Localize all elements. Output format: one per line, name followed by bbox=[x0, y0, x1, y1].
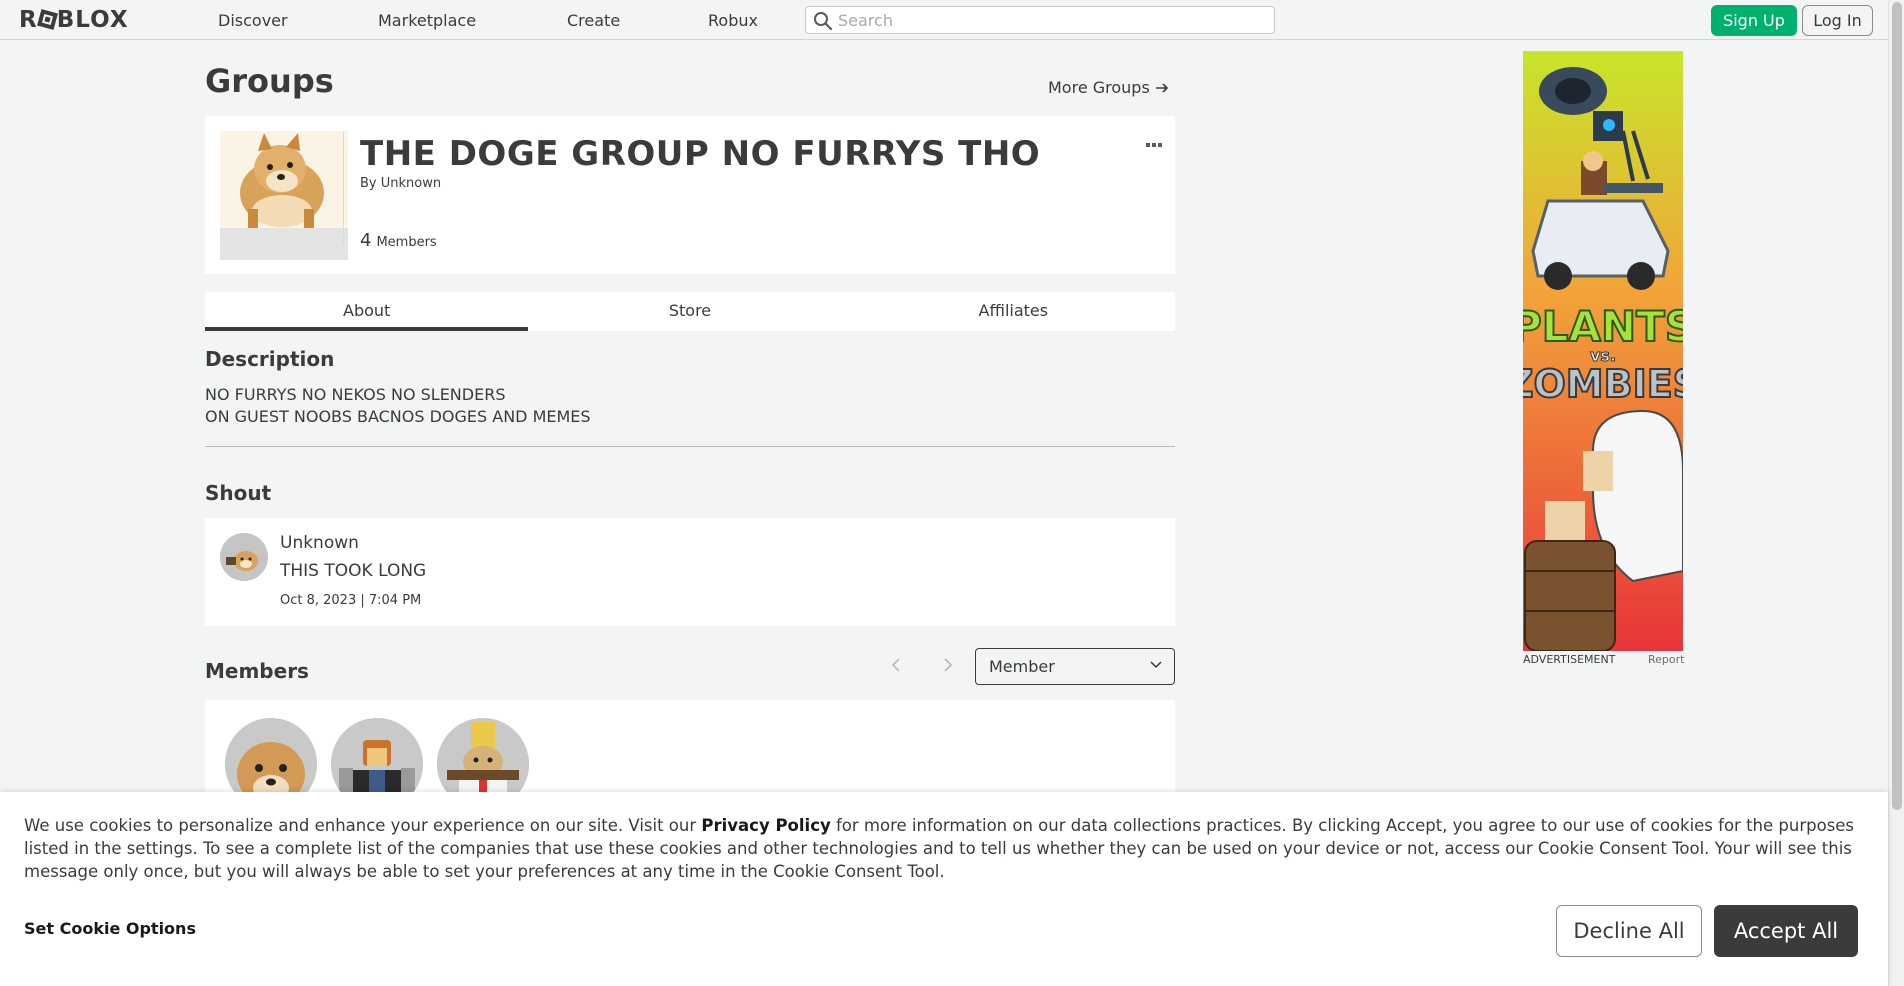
nav-create[interactable]: Create bbox=[567, 11, 620, 30]
more-groups-link[interactable]: More Groups bbox=[1048, 78, 1169, 97]
search-icon[interactable] bbox=[813, 11, 833, 35]
report-ad-link[interactable]: Report bbox=[1648, 653, 1684, 666]
emblem-divider bbox=[343, 131, 344, 244]
more-groups-label: More Groups bbox=[1048, 78, 1150, 97]
cookie-consent-banner: We use cookies to personalize and enhanc… bbox=[0, 792, 1888, 986]
set-cookie-options-link[interactable]: Set Cookie Options bbox=[24, 919, 196, 938]
cookie-message: We use cookies to personalize and enhanc… bbox=[24, 814, 1864, 883]
search-box bbox=[805, 6, 1275, 34]
roblox-logo[interactable]: R BLOX bbox=[19, 7, 129, 33]
top-nav-bar: R BLOX Discover Marketplace Create Robux … bbox=[0, 0, 1888, 40]
chevron-down-icon bbox=[1150, 661, 1162, 669]
section-divider bbox=[205, 446, 1175, 447]
description-heading: Description bbox=[205, 347, 335, 371]
member-count-value: 4 bbox=[360, 230, 372, 251]
cookie-text-part: We use cookies to personalize and enhanc… bbox=[24, 816, 702, 835]
sign-up-button[interactable]: Sign Up bbox=[1711, 5, 1797, 36]
group-tabs: About Store Affiliates bbox=[205, 292, 1175, 331]
nav-marketplace[interactable]: Marketplace bbox=[378, 11, 476, 30]
tab-store[interactable]: Store bbox=[528, 292, 851, 331]
role-filter-value: Member bbox=[989, 657, 1055, 676]
tab-affiliates[interactable]: Affiliates bbox=[852, 292, 1175, 331]
shout-avatar[interactable] bbox=[220, 533, 268, 581]
shout-card: Unknown THIS TOOK LONG Oct 8, 2023 | 7:0… bbox=[205, 518, 1175, 626]
members-next-page-icon[interactable] bbox=[942, 657, 954, 677]
members-prev-page-icon[interactable] bbox=[890, 657, 902, 677]
page-scrollbar[interactable] bbox=[1888, 0, 1904, 986]
advertisement-label: ADVERTISEMENT bbox=[1523, 653, 1616, 666]
accept-all-button[interactable]: Accept All bbox=[1714, 905, 1858, 957]
emblem-placeholder-bar bbox=[220, 228, 348, 260]
shout-message: THIS TOOK LONG bbox=[280, 561, 427, 581]
scrollbar-thumb[interactable] bbox=[1892, 2, 1902, 810]
member-count-label: Members bbox=[376, 235, 437, 250]
description-line: ON GUEST NOOBS BACNOS DOGES AND MEMES bbox=[205, 407, 591, 426]
group-header-card: THE DOGE GROUP NO FURRYS THO By Unknown … bbox=[205, 116, 1175, 274]
ad-artwork-text: ZOMBIES bbox=[1523, 362, 1683, 406]
page-title: Groups bbox=[205, 62, 334, 100]
arrow-right-icon bbox=[1155, 83, 1169, 93]
description-line: NO FURRYS NO NEKOS NO SLENDERS bbox=[205, 385, 506, 404]
privacy-policy-link[interactable]: Privacy Policy bbox=[701, 816, 830, 835]
member-count: 4 Members bbox=[360, 230, 437, 251]
shout-timestamp: Oct 8, 2023 | 7:04 PM bbox=[280, 593, 422, 608]
by-prefix: By bbox=[360, 176, 377, 191]
more-options-icon[interactable] bbox=[1146, 134, 1162, 153]
members-heading: Members bbox=[205, 659, 309, 683]
shout-username[interactable]: Unknown bbox=[280, 533, 359, 553]
log-in-button[interactable]: Log In bbox=[1802, 5, 1873, 36]
role-filter-dropdown[interactable]: Member bbox=[975, 648, 1175, 685]
nav-discover[interactable]: Discover bbox=[218, 11, 288, 30]
nav-robux[interactable]: Robux bbox=[708, 11, 758, 30]
group-emblem[interactable] bbox=[220, 131, 348, 228]
tab-about[interactable]: About bbox=[205, 292, 529, 331]
group-owner-line: By Unknown bbox=[360, 176, 441, 191]
ad-artwork-text: PLANTS bbox=[1523, 302, 1683, 351]
group-description: NO FURRYS NO NEKOS NO SLENDERS ON GUEST … bbox=[205, 384, 591, 428]
roblox-logo-mark bbox=[36, 9, 58, 30]
advertisement-banner[interactable]: PLANTS vs. ZOMBIES bbox=[1523, 51, 1683, 651]
search-input[interactable] bbox=[838, 10, 1268, 30]
group-name: THE DOGE GROUP NO FURRYS THO bbox=[360, 134, 1041, 174]
shout-heading: Shout bbox=[205, 481, 272, 505]
group-owner-link[interactable]: Unknown bbox=[381, 176, 441, 191]
decline-all-button[interactable]: Decline All bbox=[1556, 905, 1702, 957]
